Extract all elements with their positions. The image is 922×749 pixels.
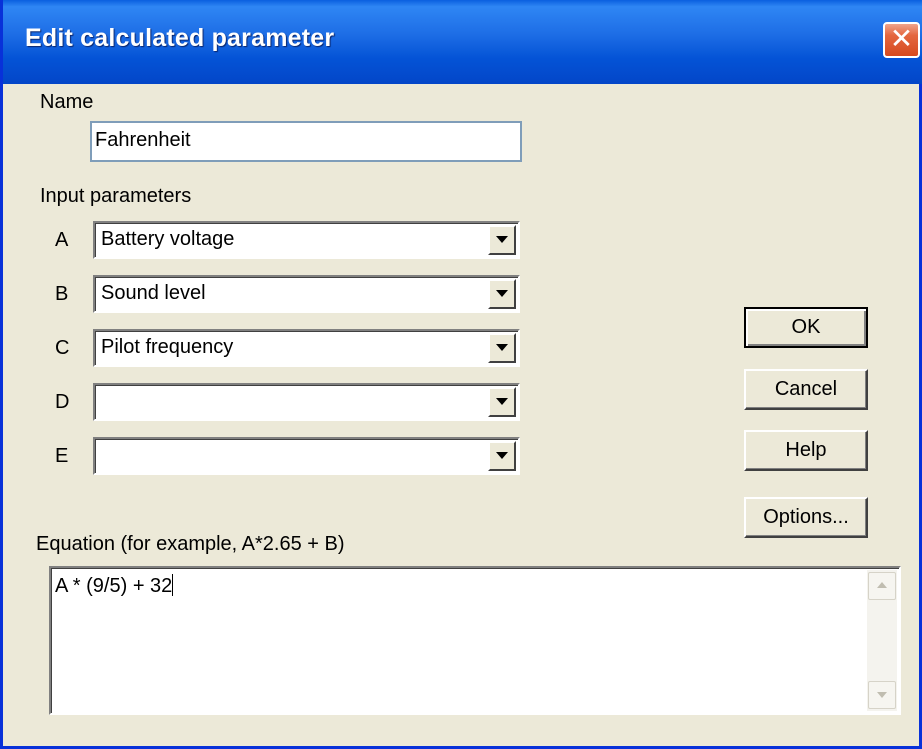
param-e-letter: E <box>55 445 69 467</box>
close-icon: ✕ <box>889 23 914 54</box>
scroll-up-icon[interactable] <box>868 572 896 600</box>
chevron-down-icon[interactable] <box>488 279 516 309</box>
name-label: Name <box>40 91 94 113</box>
input-parameters-label: Input parameters <box>40 185 192 207</box>
param-b-value: Sound level <box>101 282 206 304</box>
equation-textarea[interactable]: A * (9/5) + 32 <box>49 566 901 715</box>
close-button[interactable]: ✕ <box>883 22 920 58</box>
equation-value: A * (9/5) + 32 <box>55 575 173 597</box>
param-d-select[interactable] <box>93 383 520 421</box>
title-bar[interactable]: Edit calculated parameter ✕ <box>3 0 922 84</box>
param-b-letter: B <box>55 283 69 305</box>
param-c-letter: C <box>55 337 70 359</box>
param-a-select[interactable]: Battery voltage <box>93 221 520 259</box>
param-e-select[interactable] <box>93 437 520 475</box>
options-button[interactable]: Options... <box>744 497 868 538</box>
edit-calculated-parameter-dialog: Edit calculated parameter ✕ Name Fahrenh… <box>0 0 922 749</box>
equation-label: Equation (for example, A*2.65 + B) <box>36 533 345 555</box>
scroll-down-icon[interactable] <box>868 681 896 709</box>
cancel-button[interactable]: Cancel <box>744 369 868 410</box>
ok-button[interactable]: OK <box>744 307 868 348</box>
param-d-letter: D <box>55 391 70 413</box>
chevron-down-icon[interactable] <box>488 333 516 363</box>
chevron-down-icon[interactable] <box>488 225 516 255</box>
param-a-value: Battery voltage <box>101 228 235 250</box>
vertical-scrollbar[interactable] <box>867 570 897 711</box>
param-c-value: Pilot frequency <box>101 336 234 358</box>
equation-text: A * (9/5) + 32 <box>55 574 174 598</box>
name-field-value: Fahrenheit <box>95 129 191 151</box>
param-c-select[interactable]: Pilot frequency <box>93 329 520 367</box>
chevron-down-icon[interactable] <box>488 387 516 417</box>
dialog-title: Edit calculated parameter <box>25 24 335 52</box>
chevron-down-icon[interactable] <box>488 441 516 471</box>
param-a-letter: A <box>55 229 69 251</box>
text-caret <box>172 574 174 596</box>
help-button[interactable]: Help <box>744 430 868 471</box>
name-field[interactable]: Fahrenheit <box>90 121 522 162</box>
param-b-select[interactable]: Sound level <box>93 275 520 313</box>
